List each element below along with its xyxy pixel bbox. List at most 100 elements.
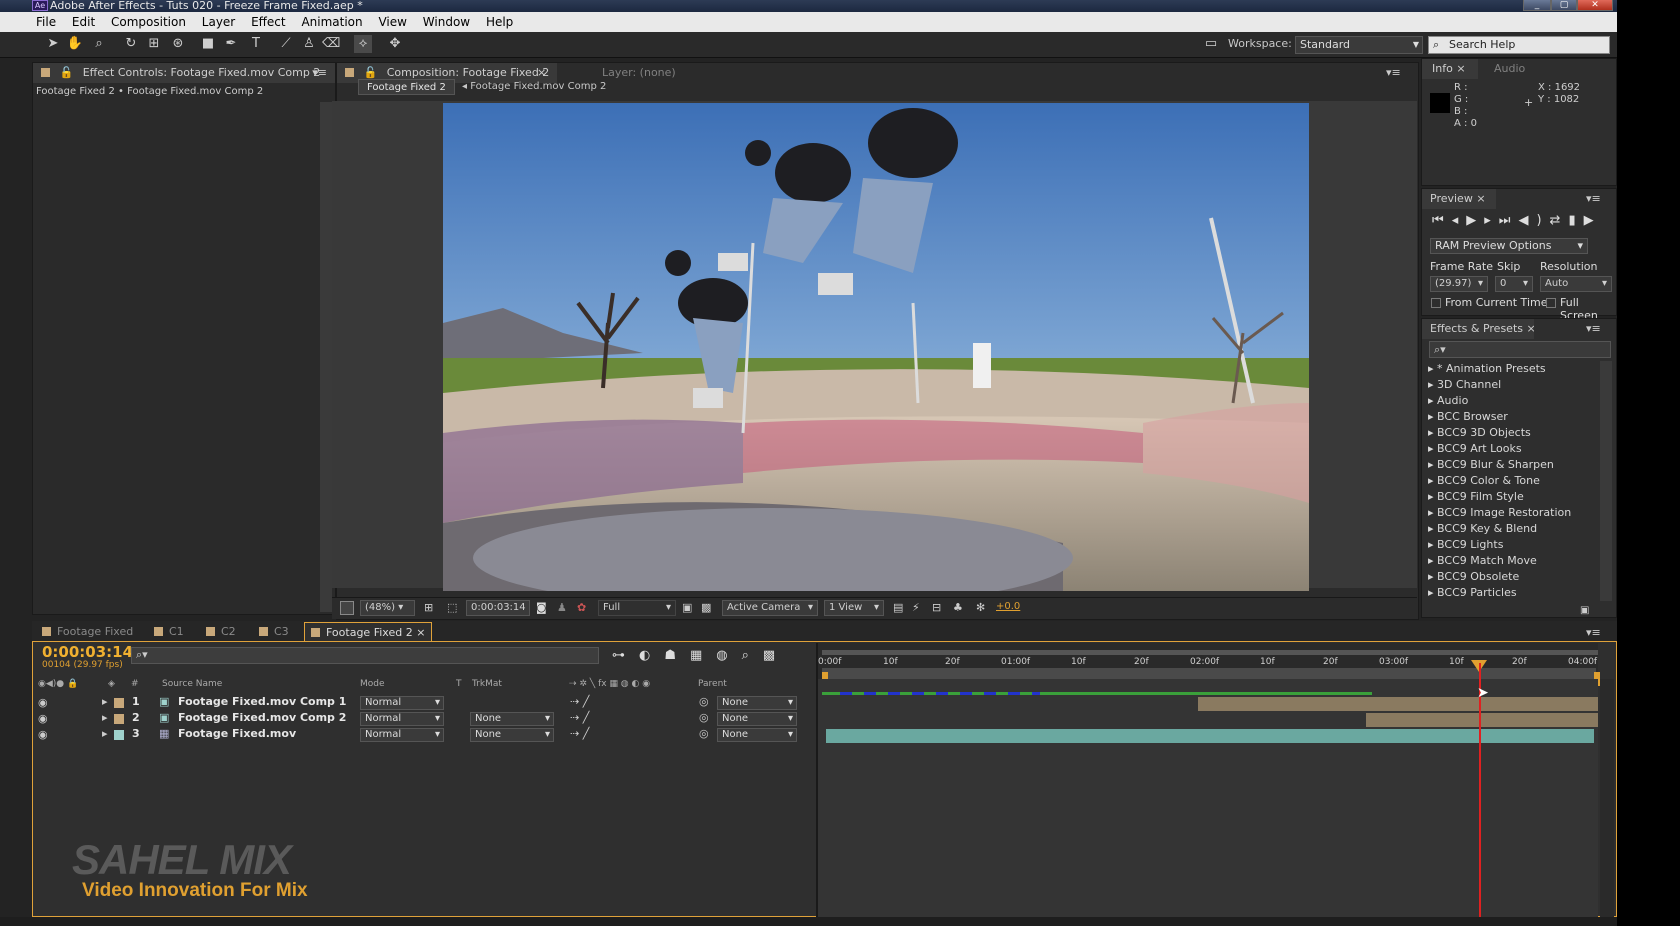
mode-dropdown[interactable]: Normal ▾ — [360, 728, 444, 742]
label-color-swatch[interactable] — [114, 698, 124, 708]
frame-blending-icon[interactable]: ▦ — [690, 648, 716, 663]
table-row[interactable]: ◉ ▸ 2 ▣ Footage Fixed.mov Comp 2 Normal ▾… — [34, 711, 816, 727]
ram-preview-icon[interactable]: ▮▶ — [1568, 213, 1601, 228]
list-item[interactable]: ▸ BCC9 Film Style — [1428, 489, 1524, 505]
source-name-header[interactable]: Source Name — [162, 679, 222, 689]
puppet-pin-tool-icon[interactable]: ✥ — [386, 35, 404, 53]
last-frame-icon[interactable]: ⏭ — [1499, 213, 1519, 228]
brush-tool-icon[interactable]: ⟋ — [277, 35, 295, 53]
selection-tool-icon[interactable]: ➤ — [44, 35, 62, 53]
table-row[interactable]: ◉ ▸ 3 ▦ Footage Fixed.mov Normal ▾ None ▾ … — [34, 727, 816, 743]
ram-preview-dropdown[interactable]: RAM Preview Options ▾ — [1430, 238, 1588, 254]
menu-composition[interactable]: Composition — [111, 12, 186, 32]
clone-stamp-tool-icon[interactable]: ♙ — [300, 35, 318, 53]
list-item[interactable]: ▸ BCC9 Particles — [1428, 585, 1517, 601]
maximize-button[interactable]: ▢ — [1551, 0, 1577, 11]
list-item[interactable]: ▸ BCC9 Match Move — [1428, 553, 1537, 569]
grid-guides-icon[interactable]: ⊞ — [424, 601, 433, 614]
transparency-grid-icon[interactable]: ▩ — [701, 601, 711, 614]
expand-arrow-icon[interactable]: ▸ — [102, 727, 108, 740]
layer-name[interactable]: Footage Fixed.mov Comp 2 — [178, 711, 346, 724]
eye-icon[interactable]: ◉ — [38, 728, 48, 741]
panel-menu-icon[interactable]: ▾≡ — [1586, 192, 1601, 205]
eye-icon[interactable]: ◉ — [38, 696, 48, 709]
list-item[interactable]: ▸ BCC9 Art Looks — [1428, 441, 1522, 457]
timeline-current-time[interactable]: 0:00:03:14 — [42, 643, 133, 661]
playhead-line[interactable] — [1479, 663, 1481, 925]
mask-visibility-icon[interactable]: ⬚ — [447, 601, 457, 614]
show-snapshot-icon[interactable]: ♟ — [557, 601, 567, 614]
pickwhip-icon[interactable]: ◎ — [699, 727, 709, 740]
list-item[interactable]: ▸ BCC9 Image Restoration — [1428, 505, 1571, 521]
list-item[interactable]: ▸ * Animation Presets — [1428, 361, 1546, 377]
eye-icon[interactable]: ◉ — [38, 712, 48, 725]
motion-blur-icon[interactable]: ◍ — [716, 648, 741, 663]
menu-layer[interactable]: Layer — [202, 12, 235, 32]
list-item[interactable]: ▸ BCC Browser — [1428, 409, 1508, 425]
previous-frame-icon[interactable]: ◂ — [1452, 213, 1467, 228]
collapse-transform-icon[interactable]: ⇢ ╱ — [570, 695, 589, 708]
timeline-scrollbar[interactable] — [1600, 679, 1614, 917]
effects-scrollbar[interactable] — [1600, 361, 1612, 601]
trkmat-dropdown[interactable]: None ▾ — [470, 712, 554, 726]
mute-audio-icon[interactable]: ◀) — [1518, 213, 1549, 228]
exposure-value[interactable]: +0.0 — [996, 601, 1020, 612]
exposure-reset-icon[interactable]: ✻ — [976, 601, 985, 614]
layer-bar-1[interactable] — [1198, 697, 1598, 711]
list-item[interactable]: ▸ 3D Channel — [1428, 377, 1501, 393]
parent-dropdown[interactable]: None ▾ — [717, 712, 797, 726]
camera-tool-icon[interactable]: ⊞ — [145, 35, 163, 53]
menu-edit[interactable]: Edit — [72, 12, 95, 32]
tab-c2[interactable]: C2 — [200, 622, 242, 641]
mode-dropdown[interactable]: Normal ▾ — [360, 696, 444, 710]
tab-footage-fixed-2[interactable]: Footage Fixed 2 × — [304, 622, 433, 641]
view-layout-dropdown[interactable]: 1 View ▾ — [824, 600, 884, 616]
camera-view-dropdown[interactable]: Active Camera ▾ — [722, 600, 818, 616]
close-window-button[interactable]: ✕ — [1577, 0, 1613, 11]
flowchart-next-comp[interactable]: ◂ Footage Fixed.mov Comp 2 — [462, 79, 606, 95]
zoom-tool-icon[interactable]: ⌕ — [90, 35, 108, 53]
search-help-input[interactable]: ⌕ Search Help — [1428, 36, 1610, 54]
layer-tab[interactable]: Layer: (none) — [602, 63, 676, 83]
from-current-time-checkbox[interactable] — [1431, 298, 1441, 308]
resolution-dropdown[interactable]: Full ▾ — [598, 600, 676, 616]
type-tool-icon[interactable]: T — [247, 35, 265, 53]
panel-menu-icon[interactable]: ▾≡ — [312, 63, 327, 83]
list-item[interactable]: ▸ BCC9 Blur & Sharpen — [1428, 457, 1554, 473]
expand-arrow-icon[interactable]: ▸ — [102, 711, 108, 724]
pickwhip-icon[interactable]: ◎ — [699, 711, 709, 724]
list-item[interactable]: ▸ BCC9 Color & Tone — [1428, 473, 1540, 489]
layer-name[interactable]: Footage Fixed.mov Comp 1 — [178, 695, 346, 708]
list-item[interactable]: ▸ Audio — [1428, 393, 1468, 409]
label-color-swatch[interactable] — [114, 730, 124, 740]
first-frame-icon[interactable]: ⏮ — [1432, 213, 1452, 228]
list-item[interactable]: ▸ BCC9 Key & Blend — [1428, 521, 1537, 537]
magnification-dropdown[interactable]: (48%) ▾ — [360, 600, 415, 616]
current-time-display[interactable]: 0:00:03:14 — [466, 600, 530, 616]
panel-menu-icon[interactable]: ▾≡ — [1586, 322, 1601, 335]
graph-editor-icon[interactable]: ⌕ — [742, 648, 763, 663]
pickwhip-icon[interactable]: ◎ — [699, 695, 709, 708]
effect-controls-tab[interactable]: 🔓 Effect Controls: Footage Fixed.mov Com… — [33, 63, 335, 83]
time-navigator[interactable] — [822, 650, 1598, 655]
full-screen-checkbox[interactable] — [1546, 298, 1556, 308]
tab-c3[interactable]: C3 — [253, 622, 295, 641]
effects-presets-tab[interactable]: Effects & Presets × — [1422, 319, 1534, 339]
menu-effect[interactable]: Effect — [251, 12, 286, 32]
pan-behind-tool-icon[interactable]: ⊛ — [169, 35, 187, 53]
skip-dropdown[interactable]: 0 ▾ — [1495, 276, 1533, 292]
resolution-preview-dropdown[interactable]: Auto ▾ — [1540, 276, 1612, 292]
parent-dropdown[interactable]: None ▾ — [717, 696, 797, 710]
next-frame-icon[interactable]: ▸ — [1484, 213, 1499, 228]
panel-menu-icon[interactable]: ▾≡ — [1386, 63, 1401, 83]
always-preview-icon[interactable] — [340, 601, 354, 615]
expand-arrow-icon[interactable]: ▸ — [102, 695, 108, 708]
menu-view[interactable]: View — [378, 12, 406, 32]
hand-tool-icon[interactable]: ✋ — [66, 35, 84, 53]
rectangle-tool-icon[interactable]: ■ — [199, 35, 217, 53]
loop-icon[interactable]: ⇄ — [1550, 213, 1569, 228]
region-of-interest-icon[interactable]: ▣ — [682, 601, 692, 614]
toggle-pixel-aspect-icon[interactable]: ▤ — [893, 601, 903, 614]
list-item[interactable]: ▸ BCC9 Obsolete — [1428, 569, 1519, 585]
flowchart-icon[interactable]: ♣ — [953, 601, 963, 614]
